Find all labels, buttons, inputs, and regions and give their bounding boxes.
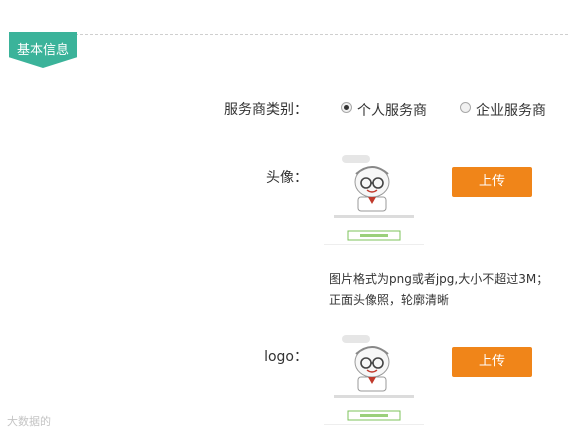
section-title: 基本信息 bbox=[16, 43, 69, 58]
watermark: 大数据的 bbox=[7, 415, 51, 428]
avatar-upload-button[interactable]: 上传 bbox=[452, 167, 532, 197]
avatar-label: 头像： bbox=[266, 170, 308, 186]
radio-enterprise-label[interactable]: 企业服务商 bbox=[476, 100, 546, 120]
logo-upload-button[interactable]: 上传 bbox=[452, 347, 532, 377]
avatar-hint-format: 图片格式为png或者jpg,大小不超过3M； bbox=[329, 272, 549, 286]
logo-label: logo： bbox=[264, 349, 308, 365]
section-tab: 基本信息 bbox=[9, 32, 77, 68]
radio-personal-label[interactable]: 个人服务商 bbox=[357, 100, 427, 120]
cartoon-avatar-placeholder-icon bbox=[334, 335, 414, 421]
logo-preview bbox=[324, 332, 424, 425]
section-divider bbox=[70, 34, 568, 35]
cartoon-avatar-placeholder-icon bbox=[334, 155, 414, 241]
avatar-hint-clarity: 正面头像照，轮廓清晰 bbox=[329, 293, 450, 307]
radio-enterprise[interactable] bbox=[460, 102, 471, 113]
avatar-preview bbox=[324, 152, 424, 245]
radio-personal[interactable] bbox=[341, 102, 352, 113]
service-type-label: 服务商类别： bbox=[224, 102, 308, 118]
